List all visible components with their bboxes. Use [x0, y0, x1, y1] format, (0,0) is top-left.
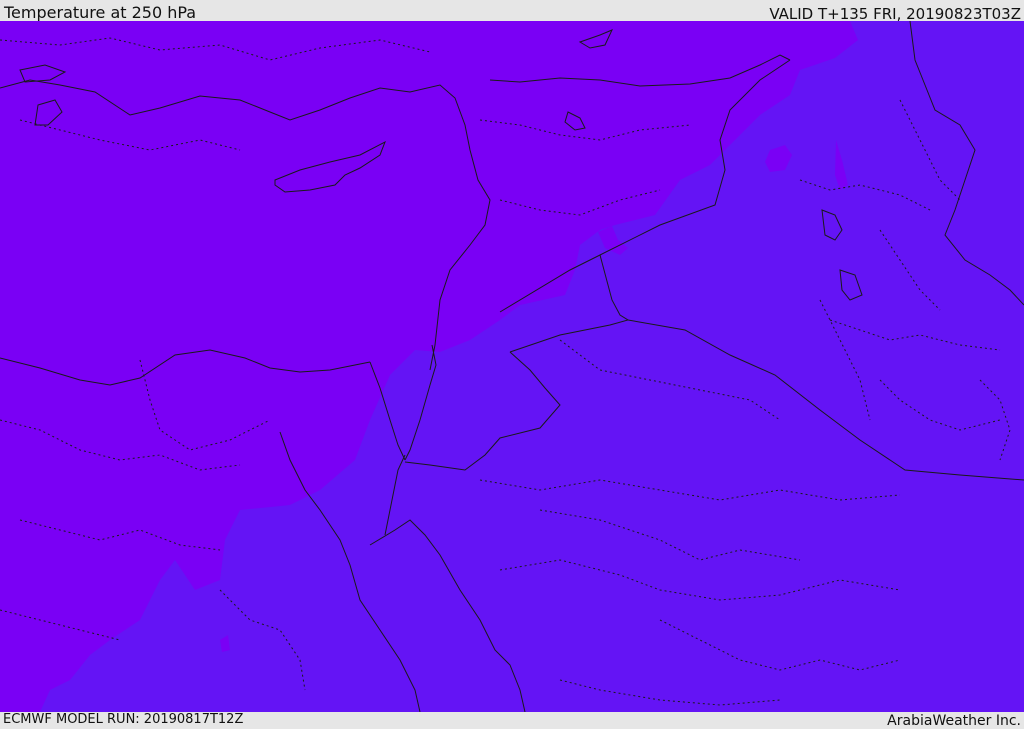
map-area: [0, 21, 1024, 712]
model-run: ECMWF MODEL RUN: 20190817T12Z: [3, 712, 244, 727]
temperature-map: [0, 21, 1024, 712]
header-bar: Temperature at 250 hPa VALID T+135 FRI, …: [0, 0, 1024, 23]
credit-text: ArabiaWeather Inc.: [887, 713, 1021, 729]
footer-bar: ECMWF MODEL RUN: 20190817T12Z ArabiaWeat…: [0, 712, 1024, 729]
map-title: Temperature at 250 hPa: [4, 3, 197, 22]
